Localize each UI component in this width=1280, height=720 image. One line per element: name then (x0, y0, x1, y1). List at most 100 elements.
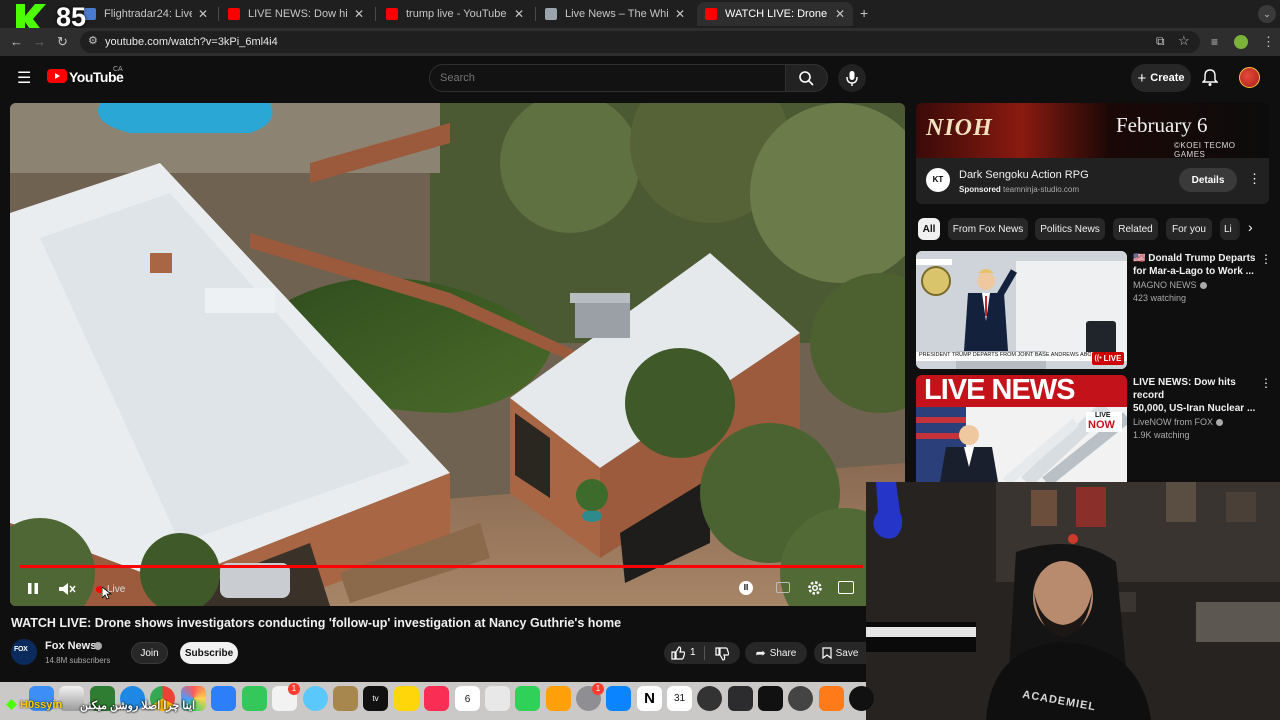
calendar-small-day: 6 (464, 694, 471, 705)
rec-thumbnail-live-news[interactable]: LIVE NEWS LIVE NOW (916, 375, 1127, 482)
webcam-overlay: ACADEMIEL (866, 482, 1280, 720)
chip-related[interactable]: Related (1113, 218, 1158, 240)
unity-icon[interactable] (758, 686, 783, 711)
open-in-app-icon[interactable]: ⧉ (1156, 34, 1165, 49)
chip-all[interactable]: All (918, 218, 940, 240)
rec-more-options-icon[interactable]: ⋮ (1260, 376, 1272, 390)
tab-divider (375, 7, 376, 21)
url-text[interactable]: youtube.com/watch?v=3kPi_6ml4i4 (105, 36, 278, 48)
channel-name[interactable]: Fox News (45, 640, 96, 652)
chip-politics-news[interactable]: Politics News (1035, 218, 1105, 240)
new-tab-icon[interactable]: + (860, 5, 868, 21)
chip-from-fox-news[interactable]: From Fox News (948, 218, 1028, 240)
subscribe-button[interactable]: Subscribe (180, 642, 238, 664)
rec-stats: 423 watching (1133, 293, 1187, 303)
ad-details-button[interactable]: Details (1179, 168, 1237, 192)
site-info-icon[interactable]: ⚙ (88, 34, 98, 47)
progress-bar[interactable] (20, 565, 863, 568)
notion-icon[interactable]: N (637, 686, 662, 711)
channel-avatar[interactable]: FOX (11, 639, 37, 665)
youtube-logo-icon[interactable] (47, 69, 67, 83)
music-icon[interactable] (424, 686, 449, 711)
apple-tv-icon[interactable]: tv (363, 686, 388, 711)
ad-banner[interactable]: NIOH February 6 ©KOEI TECMO GAMES (916, 103, 1269, 158)
miniplayer-icon[interactable] (838, 581, 854, 594)
close-tab-icon[interactable]: ✕ (835, 7, 845, 21)
share-label: Share (769, 647, 797, 659)
news-icon[interactable] (485, 686, 510, 711)
chips-next-arrow-icon[interactable]: › (1248, 219, 1253, 235)
close-tab-icon[interactable]: ✕ (675, 7, 685, 21)
thumbs-down-icon[interactable] (715, 647, 729, 661)
chip-label: Politics News (1040, 223, 1100, 235)
chip-for-you[interactable]: For you (1166, 218, 1212, 240)
calendar-small-icon[interactable]: 6 (455, 686, 480, 711)
tab-watch-live-drone[interactable]: WATCH LIVE: Drone shows in ✕ (697, 2, 853, 26)
subscribe-label: Subscribe (184, 647, 234, 659)
pause-icon[interactable] (26, 581, 40, 597)
chip-label: From Fox News (952, 223, 1024, 235)
notes-icon[interactable] (394, 686, 419, 711)
autoplay-pause-icon[interactable]: II (739, 581, 753, 595)
chat-username: H0ssyin (20, 699, 63, 711)
video-player[interactable]: Live II (10, 103, 905, 606)
rec-more-options-icon[interactable]: ⋮ (1260, 252, 1272, 266)
join-button[interactable]: Join (131, 642, 168, 664)
tab-trump-live[interactable]: trump live - YouTube ✕ (378, 2, 532, 26)
voice-search-button[interactable] (838, 64, 866, 92)
tab-search-chevron-icon[interactable]: ⌄ (1258, 5, 1276, 23)
tab-live-news-dow[interactable]: LIVE NEWS: Dow hits record 5 ✕ (220, 2, 372, 26)
chat-message: اینا چرا اصلا روشن میکنن (80, 700, 196, 712)
browser-tab-strip: Flightradar24: Live Flight Tra... ✕ LIVE… (0, 0, 1280, 28)
settings-gear-icon[interactable] (807, 580, 823, 596)
mail-icon[interactable] (211, 686, 236, 711)
verified-badge-icon (1216, 419, 1224, 426)
close-tab-icon[interactable]: ✕ (198, 7, 208, 21)
rec-info-trump[interactable]: 🇺🇸 Donald Trump Departs for Mar-a-Lago t… (1133, 252, 1258, 305)
pages-icon[interactable] (546, 686, 571, 711)
tab-white-house[interactable]: Live News – The White House ✕ (537, 2, 693, 26)
rec-thumbnail-trump[interactable]: PRESIDENT TRUMP DEPARTS FROM JOINT BASE … (916, 251, 1127, 369)
account-avatar[interactable] (1239, 67, 1260, 88)
app-icon[interactable] (728, 686, 753, 711)
notifications-bell-icon[interactable] (1202, 69, 1218, 87)
volume-muted-icon[interactable] (58, 581, 76, 597)
extension-icon[interactable] (1234, 35, 1248, 49)
back-arrow-icon[interactable]: ← (10, 28, 23, 56)
save-button[interactable]: Save (814, 642, 866, 664)
close-tab-icon[interactable]: ✕ (514, 7, 524, 21)
app-icon[interactable] (697, 686, 722, 711)
messages-icon[interactable] (303, 686, 328, 711)
app-icon[interactable] (849, 686, 874, 711)
rec-info-live-news[interactable]: LIVE NEWS: Dow hits record 50,000, US-Ir… (1133, 376, 1258, 442)
search-button[interactable] (786, 64, 828, 92)
thumb-live-news-text: LIVE NEWS (924, 375, 1076, 406)
forward-arrow-icon[interactable]: → (33, 28, 46, 56)
fl-studio-icon[interactable] (819, 686, 844, 711)
calendar-icon[interactable]: 31 (667, 686, 692, 711)
share-button[interactable]: ➦ Share (745, 642, 807, 664)
tab-title: Live News – The White House (565, 8, 669, 20)
browser-menu-icon[interactable]: ⋮ (1262, 28, 1275, 56)
thumbs-up-icon[interactable] (671, 646, 685, 660)
app-icon[interactable] (788, 686, 813, 711)
bookmark-star-icon[interactable]: ☆ (1178, 33, 1190, 49)
reading-list-icon[interactable]: ≡ (1211, 28, 1218, 56)
numbers-icon[interactable] (515, 686, 540, 711)
captions-icon[interactable] (776, 582, 790, 593)
facetime-icon[interactable] (242, 686, 267, 711)
search-input[interactable] (429, 64, 786, 92)
reload-icon[interactable]: ↻ (57, 28, 68, 56)
hamburger-menu-icon[interactable]: ☰ (17, 68, 31, 88)
ad-more-options-icon[interactable]: ⋮ (1248, 171, 1261, 187)
ad-release-date: February 6 (1116, 113, 1208, 137)
app-store-icon[interactable] (606, 686, 631, 711)
tab-divider (535, 7, 536, 21)
ad-info-card[interactable]: KT Dark Sengoku Action RPG Sponsored tea… (916, 158, 1269, 204)
close-tab-icon[interactable]: ✕ (354, 7, 364, 21)
create-button[interactable]: + Create (1131, 64, 1191, 92)
app-icon[interactable] (333, 686, 358, 711)
save-label: Save (835, 647, 859, 659)
address-bar[interactable]: ⚙ youtube.com/watch?v=3kPi_6ml4i4 ⧉ ☆ (80, 31, 1200, 53)
tab-flightradar[interactable]: Flightradar24: Live Flight Tra... ✕ (76, 2, 216, 26)
